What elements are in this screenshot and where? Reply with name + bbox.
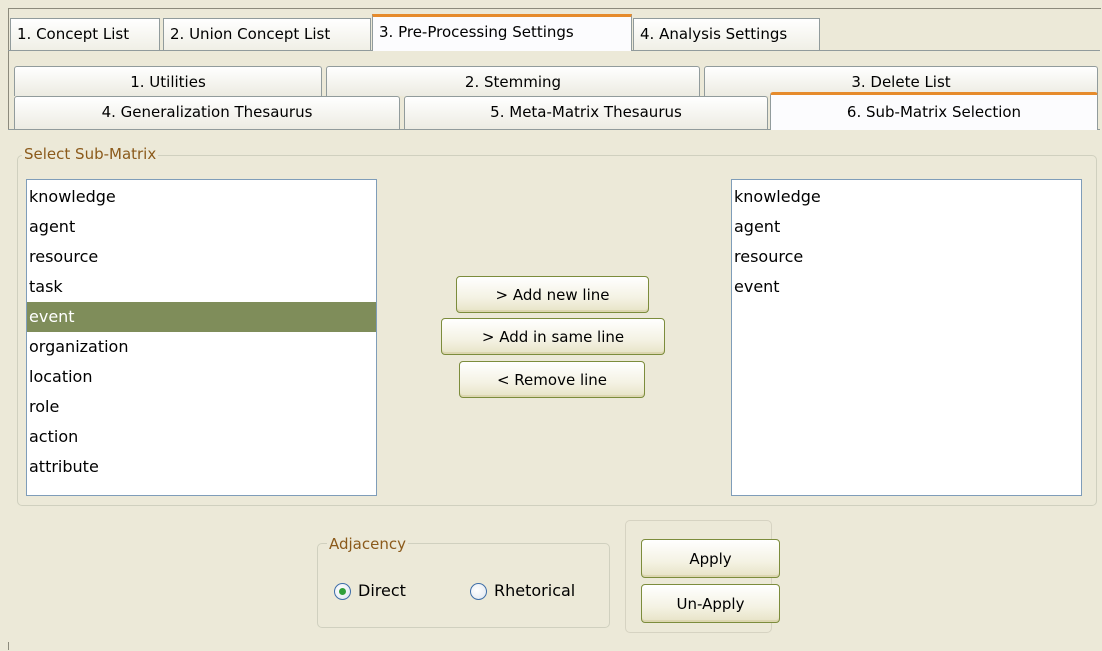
- list-item[interactable]: agent: [27, 212, 376, 242]
- unapply-button[interactable]: Un-Apply: [641, 584, 780, 623]
- list-item[interactable]: event: [732, 272, 1081, 302]
- subtab-generalization-thesaurus[interactable]: 4. Generalization Thesaurus: [14, 96, 400, 130]
- tab-label: 2. Union Concept List: [170, 25, 331, 43]
- subtab-label: 1. Utilities: [130, 73, 206, 91]
- rhetorical-radio-label[interactable]: Rhetorical: [494, 581, 575, 600]
- list-item[interactable]: role: [27, 392, 376, 422]
- list-item[interactable]: resource: [732, 242, 1081, 272]
- radio-selected-dot: [339, 588, 346, 595]
- subtab-stemming[interactable]: 2. Stemming: [326, 66, 700, 96]
- list-item[interactable]: organization: [27, 332, 376, 362]
- subtab-label: 3. Delete List: [851, 73, 951, 91]
- adjacency-legend: Adjacency: [327, 535, 408, 553]
- list-item[interactable]: agent: [732, 212, 1081, 242]
- tab-union-concept-list[interactable]: 2. Union Concept List: [163, 18, 371, 50]
- tab-label: 3. Pre-Processing Settings: [379, 23, 574, 41]
- list-item[interactable]: attribute: [27, 452, 376, 482]
- subtab-label: 4. Generalization Thesaurus: [101, 103, 313, 121]
- subtab-meta-matrix-thesaurus[interactable]: 5. Meta-Matrix Thesaurus: [404, 96, 768, 130]
- add-new-line-button[interactable]: > Add new line: [456, 276, 649, 313]
- list-item[interactable]: knowledge: [732, 182, 1081, 212]
- subtab-sub-matrix-selection[interactable]: 6. Sub-Matrix Selection: [770, 92, 1098, 130]
- tab-pre-processing-settings[interactable]: 3. Pre-Processing Settings: [372, 14, 632, 51]
- list-item[interactable]: knowledge: [27, 182, 376, 212]
- available-concepts-list[interactable]: knowledge agent resource task event orga…: [26, 179, 377, 496]
- tab-concept-list[interactable]: 1. Concept List: [10, 18, 160, 50]
- list-item[interactable]: location: [27, 362, 376, 392]
- direct-radio-label[interactable]: Direct: [358, 581, 406, 600]
- list-item[interactable]: task: [27, 272, 376, 302]
- subtab-label: 2. Stemming: [464, 73, 562, 91]
- rhetorical-radio[interactable]: [470, 583, 487, 600]
- tab-label: 4. Analysis Settings: [640, 25, 788, 43]
- add-in-same-line-button[interactable]: > Add in same line: [441, 318, 665, 355]
- list-item[interactable]: action: [27, 422, 376, 452]
- list-item-selected[interactable]: event: [27, 302, 376, 332]
- select-sub-matrix-legend: Select Sub-Matrix: [22, 145, 159, 163]
- selected-concepts-list[interactable]: knowledge agent resource event: [731, 179, 1082, 496]
- direct-radio[interactable]: [334, 583, 351, 600]
- tab-label: 1. Concept List: [17, 25, 130, 43]
- subtab-utilities[interactable]: 1. Utilities: [14, 66, 322, 96]
- subtab-label: 5. Meta-Matrix Thesaurus: [490, 103, 682, 121]
- subtab-label: 6. Sub-Matrix Selection: [846, 103, 1022, 121]
- apply-button[interactable]: Apply: [641, 539, 780, 578]
- list-item[interactable]: resource: [27, 242, 376, 272]
- remove-line-button[interactable]: < Remove line: [459, 361, 645, 398]
- tab-analysis-settings[interactable]: 4. Analysis Settings: [633, 18, 820, 50]
